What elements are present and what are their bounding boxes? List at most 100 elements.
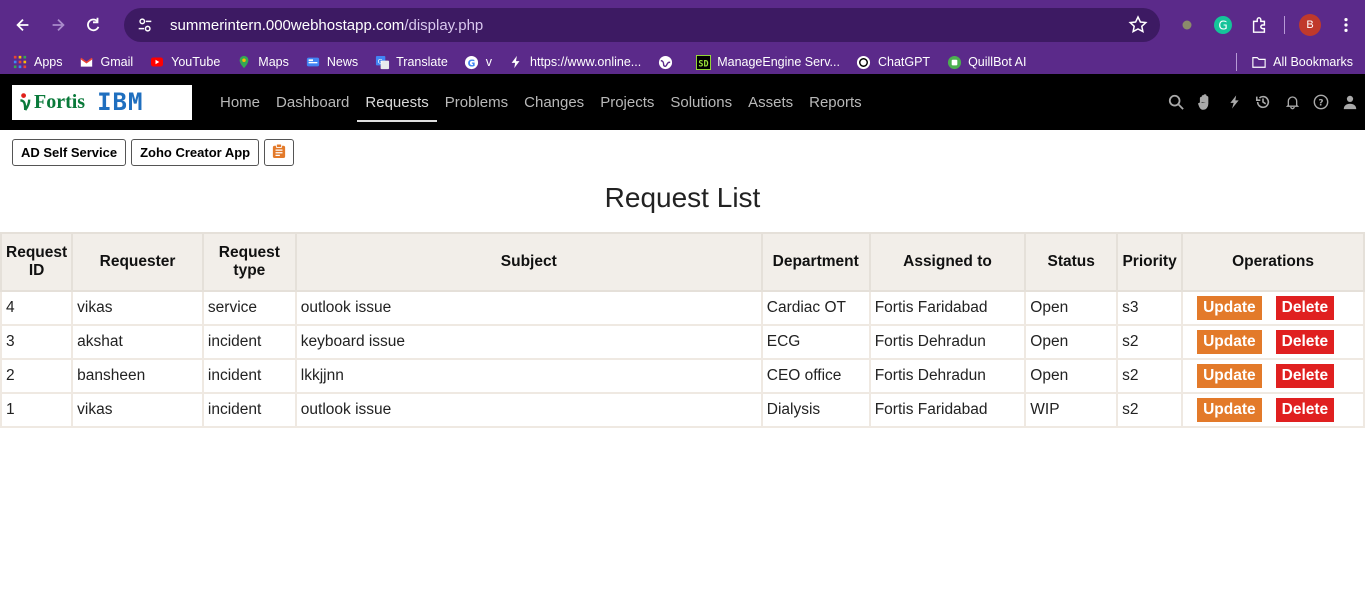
chatgpt-icon bbox=[856, 54, 872, 70]
cell-subject: outlook issue bbox=[294, 392, 763, 428]
cell-status: Open bbox=[1024, 290, 1119, 326]
address-bar[interactable]: summerintern.000webhostapp.com/display.p… bbox=[124, 8, 1161, 42]
apps-grid-icon bbox=[12, 54, 28, 70]
profile-avatar[interactable]: B bbox=[1299, 14, 1322, 36]
cell-request-id: 1 bbox=[0, 392, 74, 428]
nav-assets[interactable]: Assets bbox=[740, 74, 801, 130]
user-icon[interactable] bbox=[1341, 93, 1359, 111]
bookmark-label: v bbox=[485, 55, 493, 69]
request-table: Request ID Requester Request type Subjec… bbox=[0, 232, 1365, 428]
lightning-icon[interactable] bbox=[1225, 93, 1243, 111]
cell-requester: vikas bbox=[71, 392, 204, 428]
ad-self-service-button[interactable]: AD Self Service bbox=[12, 139, 127, 166]
reload-icon[interactable] bbox=[77, 9, 108, 41]
nav-projects[interactable]: Projects bbox=[592, 74, 662, 130]
logo-ibm-text: IBM bbox=[97, 88, 144, 116]
nav-changes[interactable]: Changes bbox=[516, 74, 592, 130]
cell-request-type: incident bbox=[201, 392, 297, 428]
nav-home[interactable]: Home bbox=[212, 74, 268, 130]
update-button[interactable]: Update bbox=[1197, 330, 1262, 354]
col-header-request-type: Request type bbox=[201, 232, 297, 292]
google-icon: G bbox=[464, 54, 480, 70]
bookmark-label: QuillBot AI bbox=[968, 55, 1027, 69]
extensions-puzzle-icon[interactable] bbox=[1248, 14, 1270, 36]
delete-button[interactable]: Delete bbox=[1275, 330, 1335, 354]
nav-reports[interactable]: Reports bbox=[801, 74, 870, 130]
cell-requester: bansheen bbox=[71, 358, 204, 394]
update-button[interactable]: Update bbox=[1197, 398, 1262, 422]
app-navbar: Fortis IBM Home Dashboard Requests Probl… bbox=[0, 74, 1365, 130]
extension-dot-icon[interactable] bbox=[1176, 14, 1198, 36]
bookmark-online[interactable]: https://www.online... bbox=[508, 54, 641, 70]
clipboard-button[interactable] bbox=[264, 139, 295, 166]
grammarly-icon[interactable]: G bbox=[1212, 14, 1234, 36]
bookmark-translate[interactable]: G Translate bbox=[374, 54, 448, 70]
cell-request-id: 2 bbox=[0, 358, 74, 394]
maps-icon bbox=[236, 54, 252, 70]
bookmark-news[interactable]: News bbox=[305, 54, 358, 70]
bookmark-gmail[interactable]: Gmail bbox=[79, 54, 133, 70]
bookmark-globe[interactable] bbox=[657, 54, 679, 70]
nav-problems[interactable]: Problems bbox=[437, 74, 516, 130]
update-button[interactable]: Update bbox=[1197, 364, 1262, 388]
zoho-creator-button[interactable]: Zoho Creator App bbox=[131, 139, 260, 166]
cell-subject: lkkjjnn bbox=[294, 358, 763, 394]
quillbot-icon bbox=[946, 54, 962, 70]
bookmark-maps[interactable]: Maps bbox=[236, 54, 289, 70]
url-host: summerintern.000webhostapp.com bbox=[170, 16, 405, 34]
cell-operations: Update Delete bbox=[1181, 358, 1365, 394]
cell-operations: Update Delete bbox=[1181, 324, 1365, 360]
gmail-icon bbox=[79, 54, 95, 70]
nav-solutions[interactable]: Solutions bbox=[662, 74, 740, 130]
youtube-icon bbox=[149, 54, 165, 70]
cell-request-type: incident bbox=[201, 358, 297, 394]
bookmark-star-icon[interactable] bbox=[1128, 15, 1148, 35]
delete-button[interactable]: Delete bbox=[1275, 364, 1335, 388]
nav-icon-group: ? bbox=[1167, 93, 1365, 111]
back-icon[interactable] bbox=[8, 9, 39, 41]
help-icon[interactable]: ? bbox=[1312, 93, 1330, 111]
bookmark-label: Translate bbox=[396, 55, 448, 69]
site-settings-icon[interactable] bbox=[136, 15, 156, 35]
update-button[interactable]: Update bbox=[1197, 296, 1262, 320]
search-icon[interactable] bbox=[1167, 93, 1185, 111]
bookmark-chatgpt[interactable]: ChatGPT bbox=[856, 54, 930, 70]
logo-fortis-text: Fortis bbox=[34, 90, 86, 113]
nav-requests[interactable]: Requests bbox=[357, 74, 438, 130]
cell-subject: keyboard issue bbox=[294, 324, 763, 360]
folder-icon bbox=[1251, 54, 1267, 70]
all-bookmarks-label: All Bookmarks bbox=[1273, 55, 1353, 69]
menu-kebab-icon[interactable] bbox=[1335, 14, 1357, 36]
bell-icon[interactable] bbox=[1283, 93, 1301, 111]
hand-icon[interactable] bbox=[1196, 93, 1214, 111]
history-icon[interactable] bbox=[1254, 93, 1272, 111]
cell-assigned-to: Fortis Faridabad bbox=[868, 392, 1027, 428]
bookmark-manageengine[interactable]: SD ManageEngine Serv... bbox=[695, 54, 840, 70]
col-header-status: Status bbox=[1024, 232, 1119, 292]
bookmark-google[interactable]: G v bbox=[464, 54, 492, 70]
bolt-icon bbox=[508, 54, 524, 70]
bookmark-label: ManageEngine Serv... bbox=[717, 55, 840, 69]
bookmark-youtube[interactable]: YouTube bbox=[149, 54, 220, 70]
url-path: /display.php bbox=[404, 16, 484, 34]
cell-status: WIP bbox=[1024, 392, 1119, 428]
translate-icon: G bbox=[374, 54, 390, 70]
browser-toolbar: summerintern.000webhostapp.com/display.p… bbox=[0, 0, 1365, 50]
sub-toolbar: AD Self Service Zoho Creator App bbox=[0, 130, 1365, 166]
all-bookmarks[interactable]: All Bookmarks bbox=[1251, 54, 1353, 70]
table-row: 2 bansheen incident lkkjjnn CEO office F… bbox=[0, 358, 1365, 394]
nav-dashboard[interactable]: Dashboard bbox=[268, 74, 357, 130]
main-nav: Home Dashboard Requests Problems Changes… bbox=[212, 74, 870, 130]
bookmark-apps[interactable]: Apps bbox=[12, 54, 63, 70]
table-row: 3 akshat incident keyboard issue ECG For… bbox=[0, 324, 1365, 360]
cell-request-id: 4 bbox=[0, 290, 74, 326]
cell-department: CEO office bbox=[760, 358, 871, 394]
svg-text:?: ? bbox=[1318, 99, 1323, 109]
cell-assigned-to: Fortis Dehradun bbox=[868, 358, 1027, 394]
delete-button[interactable]: Delete bbox=[1275, 398, 1335, 422]
fortis-ibm-logo[interactable]: Fortis IBM bbox=[12, 84, 192, 120]
delete-button[interactable]: Delete bbox=[1275, 296, 1335, 320]
forward-icon[interactable] bbox=[43, 9, 74, 41]
col-header-requester: Requester bbox=[71, 232, 204, 292]
bookmark-quillbot[interactable]: QuillBot AI bbox=[946, 54, 1026, 70]
